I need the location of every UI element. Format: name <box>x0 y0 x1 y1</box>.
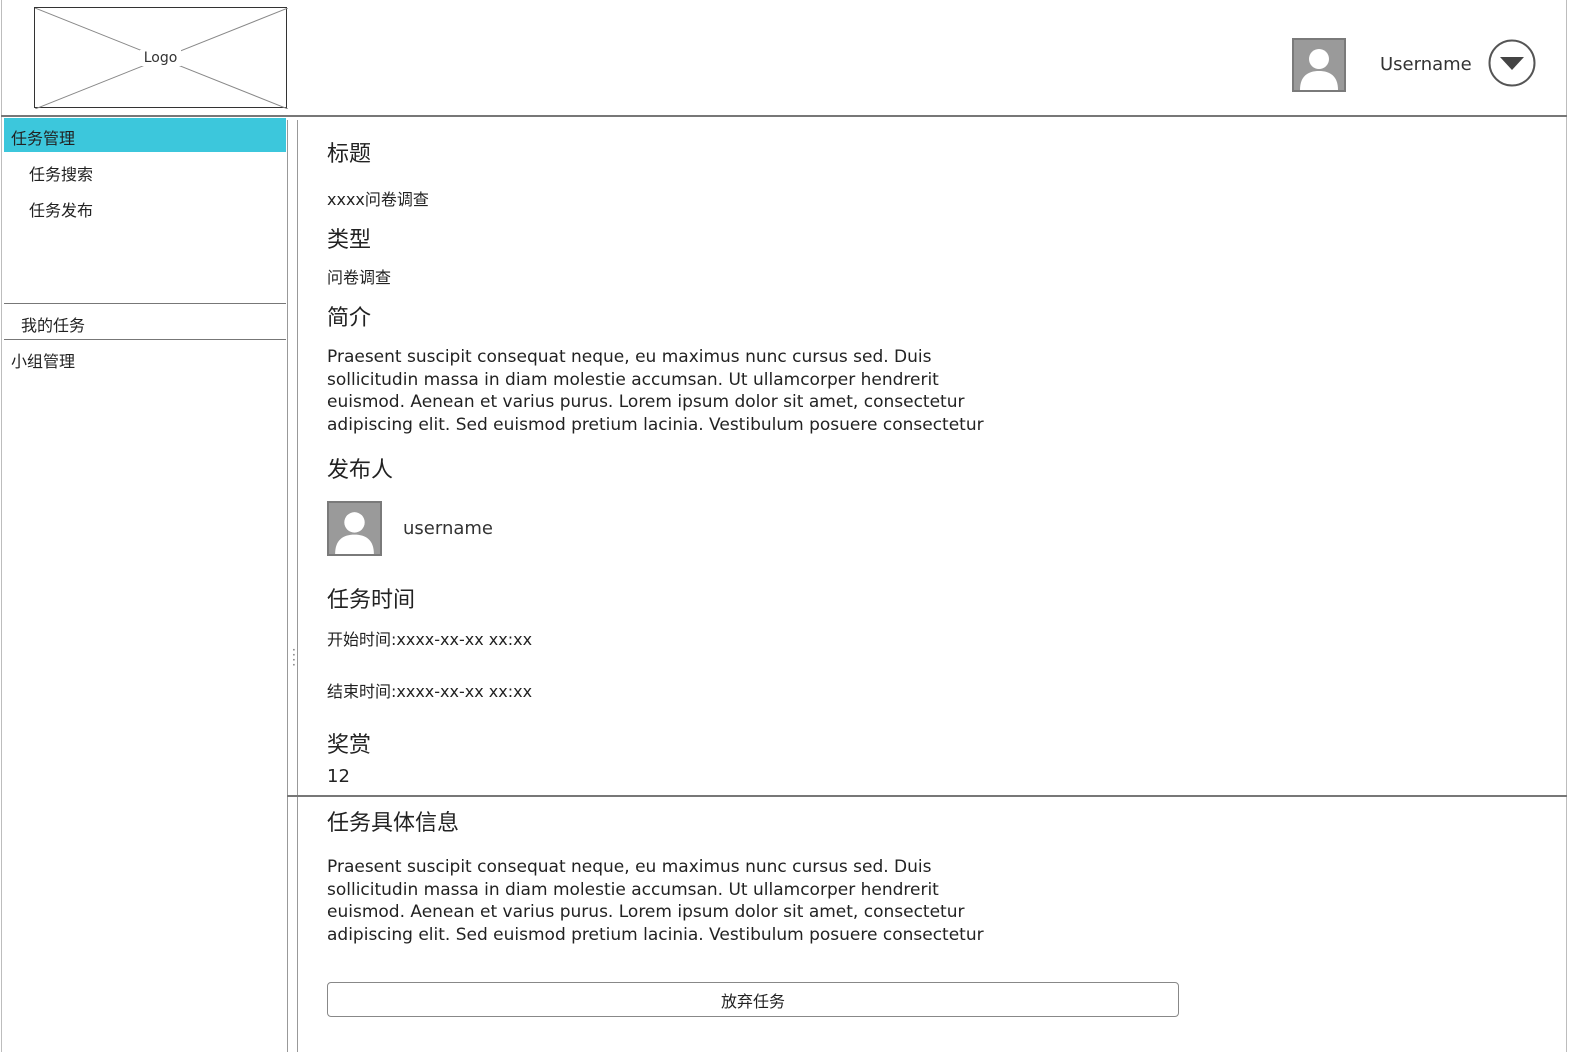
detail-text: Praesent suscipit consequat neque, eu ma… <box>327 857 984 945</box>
frame-left-border <box>1 0 2 1052</box>
abandon-task-button[interactable]: 放弃任务 <box>327 982 1179 1017</box>
logo-text: Logo <box>139 50 182 66</box>
sidebar-item-task-publish[interactable]: 任务发布 <box>29 197 93 221</box>
publisher-heading: 发布人 <box>327 458 394 483</box>
title-value: xxxx问卷调查 <box>327 190 429 209</box>
sidebar-divider <box>4 339 286 340</box>
sidebar-item-group-management[interactable]: 小组管理 <box>11 348 75 372</box>
header-username[interactable]: Username <box>1380 54 1472 75</box>
content-divider <box>287 795 1567 797</box>
sidebar-item-task-management-label[interactable]: 任务管理 <box>11 125 75 149</box>
frame-right-border <box>1566 0 1567 1052</box>
chevron-down-icon <box>1488 39 1536 87</box>
reward-heading: 奖赏 <box>327 733 372 758</box>
user-menu-dropdown-button[interactable] <box>1488 39 1536 87</box>
time-heading: 任务时间 <box>327 588 416 613</box>
type-value: 问卷调查 <box>327 268 392 287</box>
user-avatar-icon[interactable] <box>1292 38 1346 92</box>
logo-placeholder: Logo <box>34 7 288 109</box>
type-heading: 类型 <box>327 228 372 253</box>
start-time: 开始时间:xxxx-xx-xx xx:xx <box>327 630 533 649</box>
detail-heading: 任务具体信息 <box>327 811 460 836</box>
sidebar-divider <box>4 303 286 304</box>
content-border[interactable] <box>297 120 298 1052</box>
publisher-avatar-icon <box>327 501 382 556</box>
splitter-handle-icon[interactable]: · · · · <box>292 644 296 671</box>
reward-value: 12 <box>327 766 350 787</box>
title-heading: 标题 <box>327 142 372 167</box>
intro-text: Praesent suscipit consequat neque, eu ma… <box>327 347 984 435</box>
intro-heading: 简介 <box>327 306 372 331</box>
sidebar-border <box>287 120 288 1052</box>
header-divider <box>1 115 1567 117</box>
publisher-name: username <box>403 518 493 539</box>
sidebar-item-my-tasks[interactable]: 我的任务 <box>21 312 85 336</box>
end-time: 结束时间:xxxx-xx-xx xx:xx <box>327 682 533 701</box>
sidebar-item-task-search[interactable]: 任务搜索 <box>29 161 93 185</box>
